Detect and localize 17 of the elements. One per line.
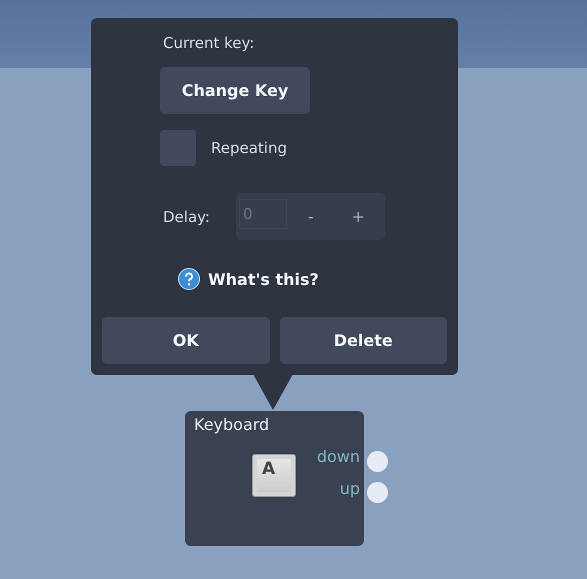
help-link[interactable]: What's this? — [178, 268, 319, 290]
repeating-checkbox[interactable] — [160, 130, 196, 166]
increment-button[interactable]: + — [334, 206, 382, 227]
current-key-label: Current key: — [163, 34, 254, 52]
delay-label: Delay: — [163, 208, 210, 226]
decrement-button[interactable]: - — [286, 206, 334, 227]
key-cap: A — [252, 454, 296, 497]
port-connector[interactable] — [367, 451, 388, 472]
dialog-button[interactable]: OK — [102, 317, 270, 364]
dialog-button[interactable]: Delete — [280, 317, 447, 364]
help-icon — [178, 268, 200, 290]
change-key-button[interactable]: Change Key — [160, 67, 310, 114]
node-title: Keyboard — [194, 415, 270, 434]
repeating-label: Repeating — [211, 139, 287, 157]
port-label: down — [316, 447, 360, 466]
port-connector[interactable] — [367, 482, 388, 503]
port-label: up — [340, 479, 360, 498]
